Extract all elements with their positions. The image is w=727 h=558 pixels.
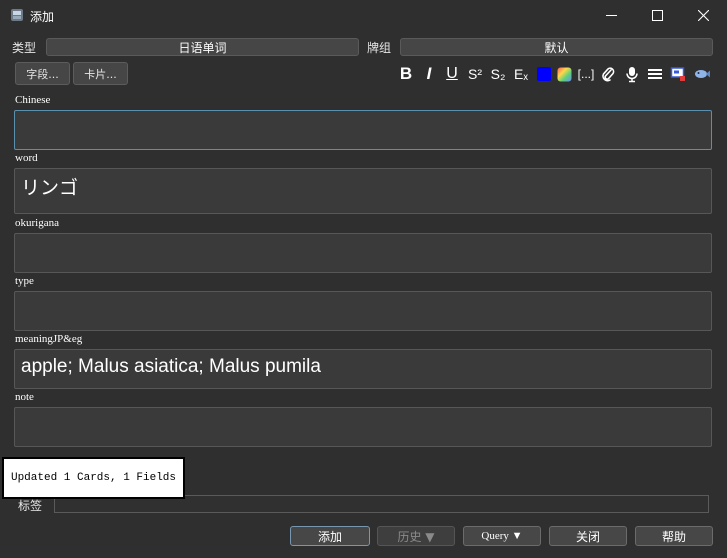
field-label-chinese: Chinese — [15, 94, 51, 106]
attach-media-button[interactable] — [599, 63, 617, 85]
history-button[interactable]: 历史 ▼ — [377, 526, 455, 546]
type-label: 类型 — [12, 41, 37, 55]
field-label-meaning: meaningJP&eg — [15, 333, 83, 345]
cards-button[interactable]: 卡片... — [73, 62, 128, 85]
close-button[interactable]: 关闭 — [549, 526, 627, 546]
highlight-color-button[interactable] — [555, 63, 573, 85]
close-icon — [697, 10, 709, 21]
field-type[interactable] — [14, 291, 712, 331]
color-picker-icon — [557, 67, 571, 81]
record-audio-button[interactable] — [623, 63, 641, 85]
note-type-selector[interactable]: 日语单词 — [46, 38, 359, 56]
fields-button[interactable]: 字段... — [15, 62, 70, 85]
more-options-button[interactable] — [646, 63, 664, 85]
add-button[interactable]: 添加 — [290, 526, 370, 546]
fish-icon — [695, 70, 710, 78]
superscript-button[interactable]: S² — [465, 63, 485, 85]
text-color-swatch — [536, 67, 551, 81]
addon-button-2[interactable] — [692, 63, 712, 85]
underline-button[interactable]: U — [443, 63, 461, 85]
status-tooltip: Updated 1 Cards, 1 Fields — [2, 457, 185, 499]
help-button[interactable]: 帮助 — [635, 526, 713, 546]
subscript-button[interactable]: S₂ — [488, 63, 508, 85]
window-title: 添加 — [30, 10, 55, 24]
app-icon — [11, 9, 23, 21]
field-meaning[interactable]: apple; Malus asiatica; Malus pumila — [14, 349, 712, 389]
paperclip-icon — [602, 67, 615, 82]
field-label-note: note — [15, 391, 34, 403]
field-label-word: word — [15, 152, 38, 164]
bold-button[interactable]: B — [397, 63, 415, 85]
italic-button[interactable]: I — [420, 63, 438, 85]
addon-button-1[interactable] — [669, 63, 687, 85]
title-bar: 添加 — [0, 0, 727, 31]
field-chinese[interactable] — [14, 110, 712, 150]
menu-icon — [648, 69, 662, 79]
cloze-button[interactable]: [...] — [576, 63, 596, 85]
maximize-button[interactable] — [634, 0, 680, 31]
field-okurigana[interactable] — [14, 233, 712, 273]
query-button[interactable]: Query ▼ — [463, 526, 541, 546]
deck-selector[interactable]: 默认 — [400, 38, 713, 56]
deck-label: 牌组 — [367, 41, 392, 55]
field-note[interactable] — [14, 407, 712, 447]
text-color-button[interactable] — [535, 63, 552, 85]
microphone-icon — [626, 66, 638, 82]
minimize-button[interactable] — [588, 0, 634, 31]
screen-capture-icon — [670, 67, 685, 81]
field-word[interactable]: リンゴ — [14, 168, 712, 214]
maximize-icon — [651, 10, 663, 21]
tags-label: 标签 — [18, 499, 43, 513]
clear-format-button[interactable]: Eₓ — [511, 63, 531, 85]
field-label-okurigana: okurigana — [15, 217, 59, 229]
field-label-type: type — [15, 275, 34, 287]
close-window-button[interactable] — [680, 0, 726, 31]
minimize-icon — [605, 15, 617, 16]
